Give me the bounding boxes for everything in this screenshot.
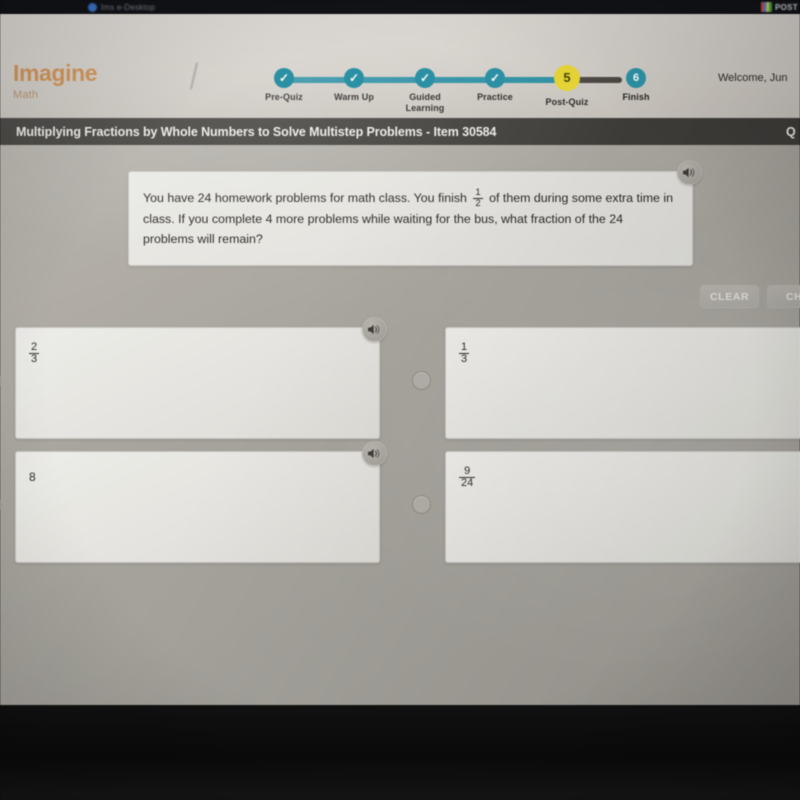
answer-box-d[interactable]: 9 24: [445, 451, 800, 563]
answer-box-b[interactable]: 1 3: [445, 327, 800, 439]
check-icon: ✓: [348, 71, 360, 85]
screen-smudge: [189, 62, 199, 90]
progress-step-post-quiz[interactable]: 5 Post-Quiz: [531, 65, 603, 108]
question-fraction: 12: [473, 187, 483, 209]
answer-option-a[interactable]: 2 3: [0, 317, 402, 439]
progress-dot-guided-learning: ✓: [415, 68, 435, 88]
progress-step-practice[interactable]: ✓ Practice: [459, 66, 531, 103]
answer-fraction-b-denominator: 3: [459, 353, 470, 366]
imagine-math-logo[interactable]: Imagine Math: [13, 60, 98, 102]
progress-step-finish[interactable]: 6 Finish: [600, 66, 672, 103]
progress-dot-practice: ✓: [485, 68, 505, 88]
question-fraction-numerator: 1: [475, 187, 481, 199]
answer-option-b[interactable]: 1 3: [412, 327, 800, 439]
lesson-title: Multiplying Fractions by Whole Numbers t…: [16, 124, 497, 139]
answer-value-a: 2 3: [29, 341, 40, 366]
answer-option-d[interactable]: 9 24: [412, 451, 800, 563]
answer-radio-b[interactable]: [412, 371, 431, 390]
lesson-title-bar: Multiplying Fractions by Whole Numbers t…: [0, 118, 800, 145]
question-fraction-denominator: 2: [473, 197, 483, 209]
lesson-content: You have 24 homework problems for math c…: [0, 145, 800, 705]
answer-option-c[interactable]: 8: [0, 441, 402, 563]
check-icon: ✓: [278, 71, 290, 85]
progress-dot-pre-quiz: ✓: [274, 68, 294, 88]
answer-fraction-d-denominator: 24: [459, 477, 476, 490]
os-tray: POST: [761, 0, 798, 14]
progress-step-guided-learning[interactable]: ✓ Guided Learning: [389, 66, 461, 114]
check-button[interactable]: CH: [767, 285, 800, 308]
answer-row: 8 9 24: [0, 441, 800, 563]
answer-choices: 2 3 1 3 8 9 24: [0, 317, 800, 577]
progress-label-finish: Finish: [622, 92, 650, 102]
answer-fraction-d: 9 24: [459, 465, 476, 490]
welcome-message: Welcome, Jun: [718, 72, 788, 84]
answer-radio-c[interactable]: [0, 495, 1, 514]
answer-value-c: 8: [29, 470, 36, 484]
answer-value-d: 9 24: [459, 465, 476, 490]
answer-value-b: 1 3: [459, 341, 470, 366]
progress-tracker: ✓ Pre-Quiz ✓ Warm Up ✓ Guided Learning ✓…: [262, 65, 662, 116]
logo-primary-text: Imagine: [13, 60, 98, 86]
answer-radio-a[interactable]: [0, 371, 1, 390]
progress-label-practice: Practice: [477, 92, 513, 102]
question-card: You have 24 homework problems for math c…: [128, 160, 702, 266]
check-icon: ✓: [489, 71, 501, 85]
answer-box-c[interactable]: 8: [15, 451, 380, 563]
answer-speaker-icon-a[interactable]: [362, 317, 387, 342]
check-icon: ✓: [419, 71, 431, 85]
progress-step-pre-quiz[interactable]: ✓ Pre-Quiz: [248, 66, 320, 103]
progress-label-pre-quiz: Pre-Quiz: [265, 92, 303, 102]
answer-fraction-a-denominator: 3: [29, 353, 40, 366]
answer-fraction-a: 2 3: [29, 341, 40, 366]
answer-row: 2 3 1 3: [0, 317, 800, 439]
progress-label-post-quiz: Post-Quiz: [545, 97, 589, 107]
logo-secondary-text: Math: [13, 89, 39, 101]
answer-fraction-a-numerator: 2: [31, 341, 38, 353]
answer-radio-d[interactable]: [412, 495, 431, 514]
progress-step-warm-up[interactable]: ✓ Warm Up: [318, 66, 390, 103]
answer-fraction-d-numerator: 9: [464, 465, 471, 477]
progress-label-guided-learning: Guided Learning: [405, 92, 445, 113]
progress-dot-warm-up: ✓: [344, 68, 364, 88]
answer-actions: CLEAR CH: [700, 285, 800, 308]
multicolor-grid-icon[interactable]: [761, 2, 773, 12]
progress-dot-finish: 6: [626, 68, 646, 88]
screenshot-root: Ims e-Desktop POST Imagine Math ✓ Pre-Qu…: [0, 0, 800, 800]
answer-fraction-b: 1 3: [459, 341, 470, 366]
answer-fraction-b-numerator: 1: [461, 341, 468, 353]
app-header: Imagine Math ✓ Pre-Quiz ✓ Warm Up ✓ Guid…: [0, 14, 800, 118]
monitor-bottom-bezel: [0, 705, 800, 800]
os-browser-tab-label: Ims e-Desktop: [101, 2, 156, 12]
progress-dot-post-quiz: 5: [554, 65, 580, 91]
clear-button[interactable]: CLEAR: [700, 285, 760, 308]
os-browser-tab[interactable]: Ims e-Desktop: [88, 0, 155, 14]
answer-speaker-icon-c[interactable]: [362, 441, 387, 466]
os-top-bar: Ims e-Desktop POST: [0, 0, 800, 14]
progress-label-warm-up: Warm Up: [334, 92, 374, 102]
web-page: Imagine Math ✓ Pre-Quiz ✓ Warm Up ✓ Guid…: [0, 14, 800, 705]
answer-box-a[interactable]: 2 3: [15, 327, 380, 439]
lesson-title-bar-right-text: Q: [786, 124, 796, 139]
browser-favicon-icon: [88, 2, 97, 12]
question-speaker-icon[interactable]: [677, 160, 702, 185]
question-text-part1: You have 24 homework problems for math c…: [143, 191, 471, 205]
os-tray-label: POST: [775, 2, 798, 12]
question-text: You have 24 homework problems for math c…: [143, 188, 675, 249]
monitor-surface: Ims e-Desktop POST Imagine Math ✓ Pre-Qu…: [0, 0, 800, 800]
